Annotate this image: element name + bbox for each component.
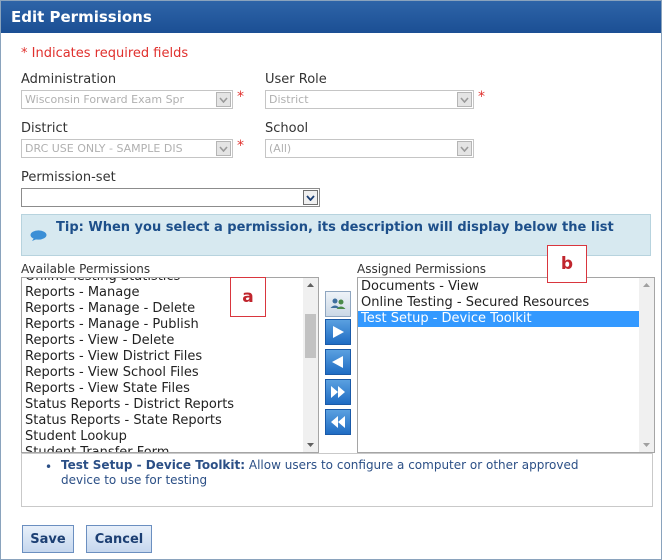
available-permission-item[interactable]: Status Reports - State Reports: [22, 413, 303, 429]
available-list-scrollbar[interactable]: [303, 278, 318, 452]
chevron-down-icon: [457, 92, 472, 107]
available-permission-item[interactable]: Student Transfer Form: [22, 445, 303, 452]
move-right-button[interactable]: [325, 319, 351, 345]
available-permission-item[interactable]: Reports - View District Files: [22, 349, 303, 365]
move-all-left-button[interactable]: [325, 409, 351, 435]
user-role-value: District: [269, 93, 309, 106]
available-list-scroll-thumb[interactable]: [305, 314, 316, 358]
description-bullet: •: [45, 460, 53, 474]
users-group-icon: [330, 298, 346, 309]
required-fields-note: * Indicates required fields: [21, 46, 189, 61]
district-label: District: [21, 121, 68, 136]
administration-required-marker: *: [237, 89, 244, 105]
chevron-down-icon: [216, 141, 231, 156]
user-role-required-marker: *: [478, 89, 485, 105]
callout-label-a: a: [230, 277, 266, 317]
school-label: School: [265, 121, 309, 136]
tip-text: Tip: When you select a permission, its d…: [56, 220, 614, 235]
district-value: DRC USE ONLY - SAMPLE DIS: [25, 142, 183, 155]
assigned-permission-item[interactable]: Online Testing - Secured Resources: [358, 295, 639, 311]
scroll-down-icon[interactable]: [303, 438, 318, 452]
arrow-right-icon: [333, 326, 344, 338]
permission-description: Test Setup - Device Toolkit: Allow users…: [61, 458, 621, 488]
move-left-button[interactable]: [325, 349, 351, 375]
administration-select[interactable]: Wisconsin Forward Exam Spr: [21, 90, 233, 109]
scroll-up-icon[interactable]: [303, 278, 318, 292]
save-button[interactable]: Save: [22, 525, 74, 553]
callout-label-b: b: [547, 245, 587, 283]
available-permission-item[interactable]: Status Reports - District Reports: [22, 397, 303, 413]
available-permission-item[interactable]: Student Lookup: [22, 429, 303, 445]
arrow-left-icon: [332, 356, 343, 368]
user-role-label: User Role: [265, 72, 327, 87]
school-select[interactable]: (All): [265, 139, 474, 158]
permission-description-panel: • Test Setup - Device Toolkit: Allow use…: [21, 453, 653, 507]
chevron-down-icon: [303, 190, 318, 205]
available-permissions-list[interactable]: Online Testing StatisticsReports - Manag…: [21, 277, 319, 453]
district-required-marker: *: [237, 138, 244, 154]
speech-bubble-icon: [30, 230, 47, 241]
available-permissions-label: Available Permissions: [21, 262, 151, 276]
double-arrow-right-icon: [331, 386, 345, 398]
cancel-button[interactable]: Cancel: [86, 525, 152, 553]
available-permission-item[interactable]: Reports - View State Files: [22, 381, 303, 397]
scroll-down-icon[interactable]: [639, 438, 654, 452]
school-value: (All): [269, 142, 292, 155]
assigned-permissions-list[interactable]: Documents - View Online Testing - Secured…: [357, 277, 655, 453]
permission-set-select[interactable]: [21, 188, 320, 207]
move-all-right-button[interactable]: [325, 379, 351, 405]
add-users-button[interactable]: [325, 291, 351, 317]
available-permission-item[interactable]: Reports - View School Files: [22, 365, 303, 381]
administration-value: Wisconsin Forward Exam Spr: [25, 93, 185, 106]
available-permission-item[interactable]: Reports - View - Delete: [22, 333, 303, 349]
assigned-permission-item[interactable]: Documents - View: [358, 279, 639, 295]
edit-permissions-dialog: Edit Permissions * Indicates required fi…: [0, 0, 662, 560]
permission-set-label: Permission-set: [21, 170, 116, 185]
chevron-down-icon: [216, 92, 231, 107]
user-role-select[interactable]: District: [265, 90, 474, 109]
scroll-up-icon[interactable]: [639, 278, 654, 292]
available-permission-item[interactable]: Reports - Manage - Publish: [22, 317, 303, 333]
assigned-permissions-label: Assigned Permissions: [357, 262, 487, 276]
assigned-list-scrollbar[interactable]: [639, 278, 654, 452]
administration-label: Administration: [21, 72, 117, 87]
district-select[interactable]: DRC USE ONLY - SAMPLE DIS: [21, 139, 233, 158]
chevron-down-icon: [457, 141, 472, 156]
double-arrow-left-icon: [331, 416, 345, 428]
assigned-permission-item[interactable]: Test Setup - Device Toolkit: [358, 311, 639, 327]
description-permission-name: Test Setup - Device Toolkit:: [61, 458, 246, 472]
dialog-title: Edit Permissions: [1, 1, 661, 33]
